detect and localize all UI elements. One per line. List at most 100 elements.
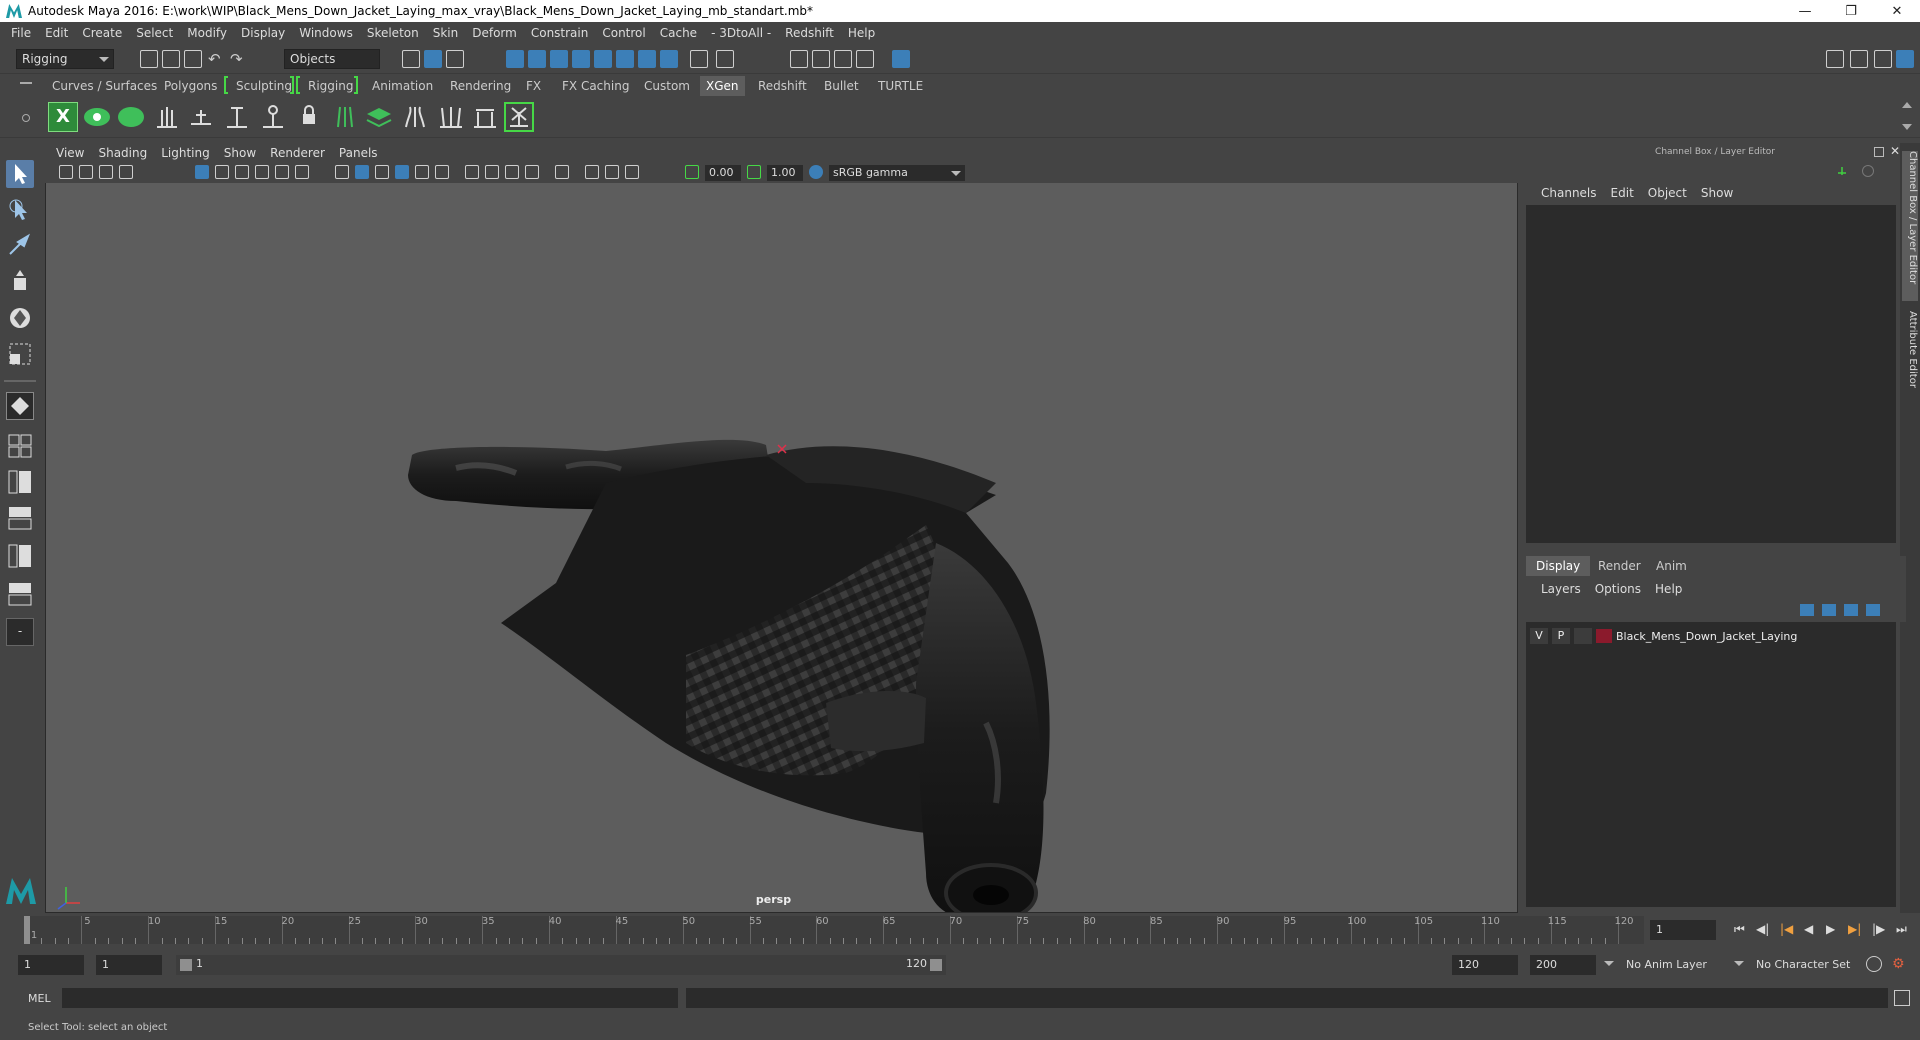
time-slider-track[interactable]: 1 5 10 15 20 25 30 35 40 45 50 55 60 65 70 75 80 85 90 95 10…: [24, 916, 1644, 944]
animation-end-field[interactable]: 200: [1530, 955, 1596, 975]
layer-menu-help[interactable]: Help: [1648, 582, 1689, 596]
command-language-label[interactable]: MEL: [28, 992, 51, 1005]
menu-select[interactable]: Select: [129, 26, 180, 40]
safe-action-icon[interactable]: [295, 165, 309, 179]
construction-history-icon[interactable]: [716, 50, 734, 68]
viewport-canvas[interactable]: [46, 183, 1517, 923]
viewport-menu-panels[interactable]: Panels: [332, 146, 385, 160]
tab-attribute-editor[interactable]: Attribute Editor: [1902, 311, 1918, 411]
tab-curves-surfaces[interactable]: Curves / Surfaces: [46, 76, 163, 96]
tab-anim[interactable]: Anim: [1646, 556, 1697, 576]
tab-xgen[interactable]: XGen: [700, 76, 745, 96]
attribute-editor-toggle-icon[interactable]: [1850, 50, 1868, 68]
step-back-key-icon[interactable]: |◀: [1780, 922, 1793, 936]
smooth-shade-icon[interactable]: [355, 165, 369, 179]
menu-3dtoall[interactable]: - 3DtoAll -: [704, 26, 778, 40]
exposure-icon[interactable]: [685, 165, 699, 179]
play-forwards-icon[interactable]: ▶: [1826, 922, 1835, 936]
playback-start-field[interactable]: 1: [96, 955, 162, 975]
go-to-start-icon[interactable]: ⏮: [1734, 922, 1745, 937]
snap-curve-icon[interactable]: [528, 50, 546, 68]
menu-skeleton[interactable]: Skeleton: [360, 26, 426, 40]
menu-windows[interactable]: Windows: [292, 26, 360, 40]
play-backwards-icon[interactable]: ◀: [1804, 922, 1813, 936]
bookmark-icon[interactable]: [99, 165, 113, 179]
xgen-guide-icon[interactable]: [152, 102, 182, 132]
step-back-frame-icon[interactable]: ◀|: [1756, 922, 1769, 936]
chevron-down-icon[interactable]: [1734, 961, 1744, 966]
xgen-layers-icon[interactable]: [364, 102, 394, 132]
layer-menu-layers[interactable]: Layers: [1534, 582, 1588, 596]
scale-tool-icon[interactable]: [6, 340, 34, 368]
layer-color-swatch[interactable]: [1596, 629, 1612, 643]
shelf-scroll-up-icon[interactable]: [1902, 102, 1912, 108]
character-set-dropdown[interactable]: No Character Set: [1750, 955, 1862, 975]
color-space-dropdown[interactable]: sRGB gamma: [829, 165, 965, 181]
command-input[interactable]: [62, 988, 678, 1008]
tab-channel-box-layer-editor[interactable]: Channel Box / Layer Editor: [1902, 151, 1918, 301]
anim-layer-dropdown[interactable]: No Anim Layer: [1620, 955, 1740, 975]
range-slider[interactable]: 1 120: [176, 955, 946, 975]
channel-box-toggle-icon[interactable]: [1896, 50, 1914, 68]
paint-select-tool-icon[interactable]: [6, 232, 34, 260]
channel-box-menu-channels[interactable]: Channels: [1534, 186, 1604, 200]
animation-start-field[interactable]: 1: [18, 955, 84, 975]
shelf-settings-icon[interactable]: [22, 114, 30, 122]
tab-display[interactable]: Display: [1526, 556, 1591, 576]
tab-rigging[interactable]: Rigging: [302, 76, 359, 96]
tab-polygons[interactable]: Polygons: [158, 76, 223, 96]
channel-box-menu-object[interactable]: Object: [1641, 186, 1694, 200]
xray-components-icon[interactable]: [505, 165, 519, 179]
resolution-gate-icon[interactable]: [235, 165, 249, 179]
restore-button[interactable]: ❐: [1828, 0, 1874, 22]
tab-render[interactable]: Render: [1588, 556, 1651, 576]
viewport-menu-view[interactable]: View: [49, 146, 91, 160]
viewport-menu-show[interactable]: Show: [217, 146, 263, 160]
hypershade-persp-layout-icon[interactable]: [6, 542, 34, 570]
menu-control[interactable]: Control: [595, 26, 652, 40]
tool-settings-icon[interactable]: [1874, 50, 1892, 68]
layer-menu-options[interactable]: Options: [1588, 582, 1648, 596]
channel-box-key-icon[interactable]: [1862, 165, 1874, 177]
ipr-render-icon[interactable]: [834, 50, 852, 68]
layer-display-type-toggle[interactable]: [1574, 628, 1592, 644]
tab-fx-caching[interactable]: FX Caching: [556, 76, 635, 96]
camera-attributes-icon[interactable]: [79, 165, 93, 179]
gamma-icon[interactable]: [747, 165, 761, 179]
select-camera-icon[interactable]: [59, 165, 73, 179]
animation-preferences-icon[interactable]: ⚙: [1892, 956, 1908, 972]
snap-point-icon[interactable]: [550, 50, 568, 68]
xgen-cut-icon[interactable]: [470, 102, 500, 132]
render-settings-icon[interactable]: [856, 50, 874, 68]
xray-icon[interactable]: [465, 165, 479, 179]
xgen-interactive-groom-icon[interactable]: [436, 102, 466, 132]
viewport-menu-shading[interactable]: Shading: [91, 146, 154, 160]
channel-box-menu-edit[interactable]: Edit: [1604, 186, 1641, 200]
shelf-scroll-down-icon[interactable]: [1902, 124, 1912, 130]
menuset-dropdown[interactable]: Rigging: [16, 49, 114, 69]
channel-box-list[interactable]: [1526, 205, 1896, 543]
menu-help[interactable]: Help: [841, 26, 882, 40]
shelf-menu-icon[interactable]: [20, 82, 32, 84]
film-gate-icon[interactable]: [215, 165, 229, 179]
tab-animation[interactable]: Animation: [366, 76, 439, 96]
hypershade-icon[interactable]: [892, 50, 910, 68]
isolate-select-icon[interactable]: [555, 165, 569, 179]
xray-joints-icon[interactable]: [485, 165, 499, 179]
layer-row[interactable]: V P Black_Mens_Down_Jacket_Laying: [1526, 626, 1896, 646]
minimize-button[interactable]: —: [1782, 0, 1828, 22]
new-layer-from-selection-icon[interactable]: [1866, 604, 1880, 616]
snap-live-icon[interactable]: [594, 50, 612, 68]
save-scene-icon[interactable]: [184, 50, 202, 68]
float-panel-icon[interactable]: [1874, 147, 1884, 157]
field-chart-icon[interactable]: [275, 165, 289, 179]
close-panel-icon[interactable]: ✕: [1890, 144, 1900, 158]
menu-file[interactable]: File: [4, 26, 38, 40]
shadows-icon[interactable]: [435, 165, 449, 179]
anti-aliasing-icon[interactable]: [625, 165, 639, 179]
tab-turtle[interactable]: TURTLE: [872, 76, 929, 96]
lasso-tool-icon[interactable]: [6, 196, 34, 224]
select-by-hierarchy-icon[interactable]: [402, 50, 420, 68]
script-editor-icon[interactable]: [1894, 990, 1910, 1006]
xgen-editor-icon[interactable]: X: [48, 102, 78, 132]
